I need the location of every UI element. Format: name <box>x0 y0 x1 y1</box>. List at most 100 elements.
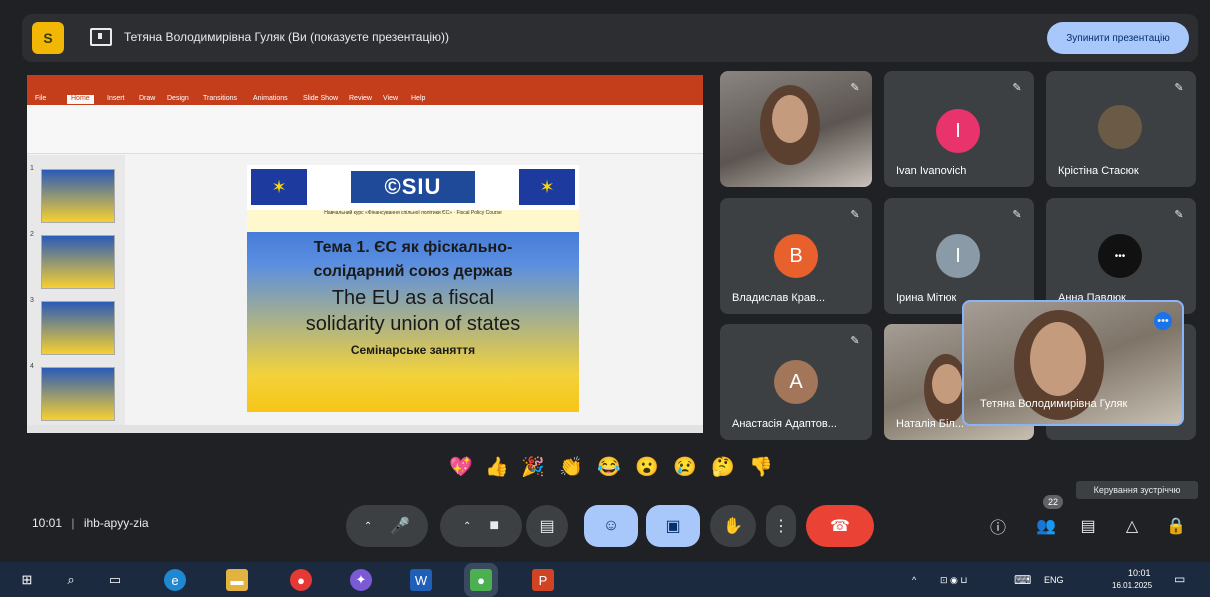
presenting-banner: S Тетяна Володимирівна Гуляк (Ви (показу… <box>22 14 1198 62</box>
emoji-button[interactable]: ☺ <box>584 505 638 547</box>
host-controls-icon[interactable]: 🔒 <box>1160 510 1192 542</box>
tab-transitions[interactable]: Transitions <box>203 95 237 104</box>
windows-start-icon[interactable]: ⊞ <box>16 569 38 591</box>
participant-name: Ivan Ivanovich <box>896 165 967 177</box>
stop-presenting-button[interactable]: Зупинити презентацію <box>1047 22 1189 54</box>
self-view-tile[interactable]: Тетяна Володимирівна Гуляк ••• <box>962 300 1184 426</box>
reaction-laugh-icon[interactable]: 😂 <box>596 455 622 481</box>
participant-tile[interactable]: ✎ <box>720 71 872 187</box>
chrome-active-icon[interactable]: ● <box>470 569 492 591</box>
reaction-thinking-icon[interactable]: 🤔 <box>710 455 736 481</box>
info-icon[interactable]: ⓘ <box>982 510 1014 542</box>
search-icon[interactable]: ⌕ <box>60 569 82 591</box>
participant-tile[interactable]: A Анастасія Адаптов... ✎ <box>720 324 872 440</box>
slide-thumbnail[interactable] <box>41 367 115 421</box>
thumb-number: 3 <box>30 297 34 304</box>
keyboard-icon[interactable]: ⌨ <box>1014 573 1031 587</box>
chat-icon[interactable]: ▤ <box>1072 510 1104 542</box>
reaction-party-icon[interactable]: 🎉 <box>520 455 546 481</box>
mic-off-icon: ✎ <box>850 82 860 94</box>
task-view-icon[interactable]: ▭ <box>104 569 126 591</box>
avatar: ••• <box>1098 234 1142 278</box>
edge-icon[interactable]: e <box>164 569 186 591</box>
participant-tile[interactable]: B Владислав Крав... ✎ <box>720 198 872 314</box>
copilot-icon[interactable]: ✦ <box>350 569 372 591</box>
tab-review[interactable]: Review <box>349 95 372 104</box>
meeting-time: 10:01 <box>32 516 63 530</box>
slide-subtitle: Навчальний курс «Фінансування спільної п… <box>247 210 579 232</box>
tab-file[interactable]: File <box>35 95 46 104</box>
participant-name: Владислав Крав... <box>732 292 826 304</box>
raise-hand-button[interactable]: ✋ <box>710 505 756 547</box>
participant-tile[interactable]: I Ірина Мітюк ✎ <box>884 198 1034 314</box>
slide-thumbnail[interactable] <box>41 169 115 223</box>
participant-tile[interactable]: ••• Анна Павлюк ✎ <box>1046 198 1196 314</box>
leave-call-button[interactable]: ☎ <box>806 505 874 547</box>
chrome-icon[interactable]: ● <box>290 569 312 591</box>
slide-thumbnail[interactable] <box>41 301 115 355</box>
shared-presentation: File Home Insert Draw Design Transitions… <box>27 75 703 433</box>
participant-tile[interactable]: I Ivan Ivanovich ✎ <box>884 71 1034 187</box>
activities-icon[interactable]: △ <box>1116 510 1148 542</box>
word-icon[interactable]: W <box>410 569 432 591</box>
slide-caption: Семінарське заняття <box>350 343 476 357</box>
meeting-code: ihb-apyy-zia <box>83 516 149 530</box>
clock-date[interactable]: 16.01.2025 <box>1112 581 1152 590</box>
tab-slideshow[interactable]: Slide Show <box>303 95 338 104</box>
mic-off-icon: ✎ <box>1012 82 1022 94</box>
tray-chevron-icon[interactable]: ^ <box>912 575 916 585</box>
eu-flag-icon: ✶ <box>251 169 307 205</box>
powerpoint-ribbon <box>27 105 703 154</box>
chevron-up-icon[interactable]: ⌃ <box>364 521 372 532</box>
tab-insert[interactable]: Insert <box>107 95 125 104</box>
powerpoint-statusbar <box>27 425 703 433</box>
slide-header: ✶ ©SIU ✶ <box>247 165 579 210</box>
participant-name: Наталія Біл... <box>896 418 964 430</box>
camera-icon: ■ <box>489 517 500 534</box>
mic-off-icon: ✎ <box>850 335 860 347</box>
separator: | <box>71 516 75 530</box>
tab-animations[interactable]: Animations <box>253 95 288 104</box>
hand-icon: ✋ <box>723 518 743 535</box>
notifications-icon[interactable]: ▭ <box>1174 572 1185 586</box>
video-face <box>932 364 962 404</box>
language-indicator[interactable]: ENG <box>1044 575 1064 585</box>
more-options-button[interactable]: ⋮ <box>766 505 796 547</box>
people-count-badge: 22 <box>1043 495 1063 509</box>
reaction-thumbs-down-icon[interactable]: 👎 <box>748 455 774 481</box>
clock-time[interactable]: 10:01 <box>1128 568 1151 578</box>
mic-control[interactable]: ⌃ 🎤 <box>346 505 428 547</box>
mic-icon: 🎤 <box>390 518 411 535</box>
reaction-surprised-icon[interactable]: 😮 <box>634 455 660 481</box>
current-slide: ✶ ©SIU ✶ Навчальний курс «Фінансування с… <box>247 165 579 412</box>
participant-name: Анастасія Адаптов... <box>732 418 837 430</box>
captions-button[interactable]: ▤ <box>526 505 568 547</box>
participant-name: Крістіна Стасюк <box>1058 165 1139 177</box>
participant-tile[interactable]: Крістіна Стасюк ✎ <box>1046 71 1196 187</box>
meeting-info: 10:01 | ihb-apyy-zia <box>32 516 149 530</box>
tab-home[interactable]: Home <box>67 95 94 104</box>
reaction-clap-icon[interactable]: 👏 <box>558 455 584 481</box>
avatar: A <box>774 360 818 404</box>
camera-control[interactable]: ⌃ ■ <box>440 505 522 547</box>
file-explorer-icon[interactable]: ▬ <box>226 569 248 591</box>
mic-off-icon: ✎ <box>1012 209 1022 221</box>
chevron-up-icon[interactable]: ⌃ <box>463 521 471 532</box>
participant-name: Ірина Мітюк <box>896 292 957 304</box>
present-button[interactable]: ▣ <box>646 505 700 547</box>
reaction-sad-icon[interactable]: 😢 <box>672 455 698 481</box>
tray-icons[interactable]: ⊡ ◉ ⊔ <box>940 575 967 586</box>
avatar: B <box>774 234 818 278</box>
tab-help[interactable]: Help <box>411 95 425 104</box>
people-icon[interactable]: 👥 <box>1030 510 1062 542</box>
powerpoint-icon[interactable]: P <box>532 569 554 591</box>
presenting-title: Тетяна Володимирівна Гуляк (Ви (показуєт… <box>124 30 449 44</box>
tab-view[interactable]: View <box>383 95 398 104</box>
tab-draw[interactable]: Draw <box>139 95 155 104</box>
reaction-heart-icon[interactable]: 💖 <box>448 455 474 481</box>
tab-design[interactable]: Design <box>167 95 189 104</box>
windows-taskbar: ⊞ ⌕ ▭ e ▬ ● ✦ W ● P ^ ⊡ ◉ ⊔ ⌨ ENG 10:01 … <box>0 562 1210 597</box>
reaction-thumbs-up-icon[interactable]: 👍 <box>484 455 510 481</box>
slide-title-en-1: The EU as a fiscal <box>331 287 495 309</box>
slide-thumbnail[interactable] <box>41 235 115 289</box>
